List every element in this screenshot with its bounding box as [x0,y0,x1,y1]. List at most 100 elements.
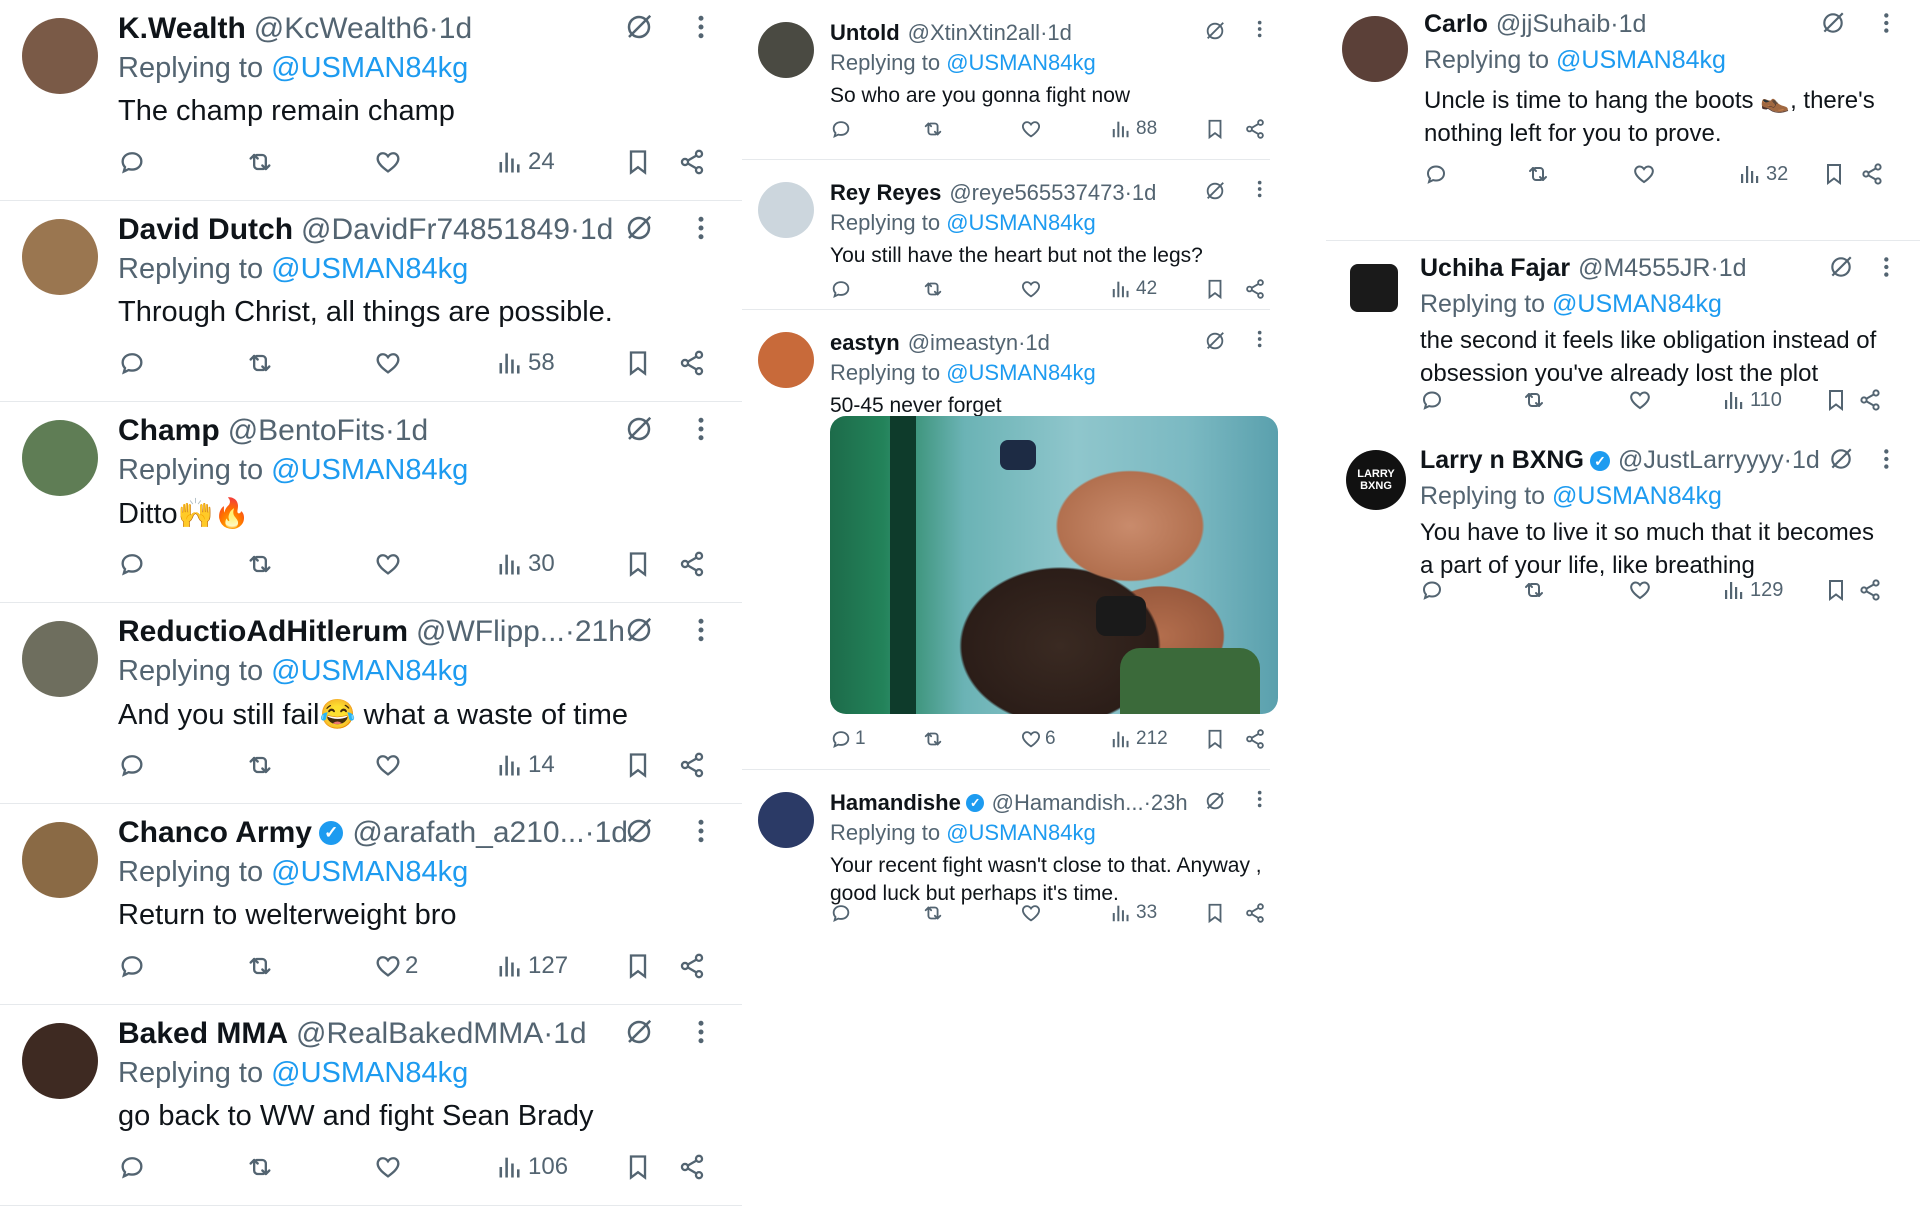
reply-button[interactable] [118,349,149,377]
avatar[interactable]: LARRY BXNG [1346,450,1406,510]
more-icon[interactable] [1256,328,1263,356]
grok-icon[interactable] [624,213,654,248]
share-button[interactable] [678,1153,706,1181]
like-button[interactable] [374,349,405,377]
replying-to-mention[interactable]: @USMAN84kg [271,253,468,285]
display-name[interactable]: Chanco Army [118,816,312,850]
display-name[interactable]: Champ [118,414,220,448]
grok-icon[interactable] [1204,330,1226,357]
user-handle[interactable]: @BentoFits [228,414,385,448]
display-name[interactable]: eastyn [830,330,900,356]
like-button[interactable] [1628,388,1655,412]
timestamp[interactable]: 1d [595,816,628,850]
display-name[interactable]: Larry n BXNG [1420,446,1584,475]
reply-button[interactable]: 1 [830,728,866,750]
like-button[interactable] [1020,902,1045,924]
user-handle[interactable]: @DavidFr74851849 [301,213,570,247]
reply-button[interactable] [1420,388,1447,412]
bookmark-button[interactable] [1204,118,1226,140]
like-button[interactable] [1628,578,1655,602]
share-button[interactable] [1244,728,1266,750]
views-button[interactable]: 127 [496,952,568,980]
timestamp[interactable]: 1d [1619,10,1647,39]
share-button[interactable] [678,751,706,779]
like-button[interactable] [374,148,405,176]
share-button[interactable] [678,349,706,377]
views-button[interactable]: 88 [1110,118,1157,140]
grok-icon[interactable] [624,414,654,449]
bookmark-button[interactable] [1822,162,1846,186]
grok-icon[interactable] [1828,446,1854,477]
grok-icon[interactable] [1204,20,1226,47]
like-button[interactable] [1020,118,1045,140]
views-button[interactable]: 106 [496,1153,568,1181]
more-icon[interactable] [696,816,706,854]
user-handle[interactable]: @KcWealth6 [254,12,429,46]
views-button[interactable]: 24 [496,148,555,176]
grok-icon[interactable] [1828,254,1854,285]
bookmark-button[interactable] [624,1153,652,1181]
more-icon[interactable] [696,12,706,50]
reply-button[interactable] [830,118,855,140]
repost-button[interactable] [246,751,274,779]
repost-button[interactable] [1526,162,1550,186]
user-handle[interactable]: @RealBakedMMA [296,1017,543,1051]
avatar[interactable] [22,1023,98,1099]
avatar[interactable] [758,182,814,238]
replying-to-mention[interactable]: @USMAN84kg [271,52,468,84]
user-handle[interactable]: @JustLarryyyy [1618,446,1784,475]
timestamp[interactable]: 1d [1719,254,1747,283]
repost-button[interactable] [246,952,274,980]
bookmark-button[interactable] [624,550,652,578]
repost-button[interactable] [922,902,944,924]
repost-button[interactable] [922,728,944,750]
avatar[interactable] [22,822,98,898]
timestamp[interactable]: 1d [1792,446,1820,475]
timestamp[interactable]: 1d [1025,330,1049,356]
grok-icon[interactable] [1820,10,1846,41]
share-button[interactable] [678,952,706,980]
reply-tweet[interactable]: Uchiha Fajar @M4555JR · 1d Replying to @US… [1326,240,1920,430]
bookmark-button[interactable] [1204,278,1226,300]
timestamp[interactable]: 1d [553,1017,586,1051]
grok-icon[interactable] [624,615,654,650]
reply-button[interactable] [118,1153,149,1181]
like-button[interactable]: 6 [1020,728,1056,750]
share-button[interactable] [1244,118,1266,140]
replying-to-mention[interactable]: @USMAN84kg [271,454,468,486]
replying-to-mention[interactable]: @USMAN84kg [946,50,1096,75]
repost-button[interactable] [1522,578,1546,602]
bookmark-button[interactable] [624,148,652,176]
bookmark-button[interactable] [624,952,652,980]
more-icon[interactable] [1256,178,1263,206]
avatar[interactable] [22,621,98,697]
grok-icon[interactable] [624,816,654,851]
bookmark-button[interactable] [624,349,652,377]
display-name[interactable]: ReductioAdHitlerum [118,615,408,649]
display-name[interactable]: Carlo [1424,10,1488,39]
reply-tweet[interactable]: David Dutch @DavidFr74851849 · 1d Replying… [0,201,742,402]
fight-photo[interactable] [830,416,1278,714]
bookmark-button[interactable] [1204,728,1226,750]
grok-icon[interactable] [624,1017,654,1052]
timestamp[interactable]: 1d [1132,180,1156,206]
user-handle[interactable]: @arafath_a210... [352,816,584,850]
repost-button[interactable] [246,349,274,377]
replying-to-mention[interactable]: @USMAN84kg [271,1057,468,1089]
replying-to-mention[interactable]: @USMAN84kg [946,210,1096,235]
reply-button[interactable] [118,550,149,578]
display-name[interactable]: Untold [830,20,900,46]
views-button[interactable]: 58 [496,349,555,377]
more-icon[interactable] [1882,446,1891,477]
reply-button[interactable] [118,952,149,980]
timestamp[interactable]: 21h [575,615,625,649]
reply-tweet[interactable]: Baked MMA @RealBakedMMA · 1d Replying to @… [0,1005,742,1206]
repost-button[interactable] [922,118,944,140]
replying-to-mention[interactable]: @USMAN84kg [1552,290,1722,318]
views-button[interactable]: 30 [496,550,555,578]
bookmark-button[interactable] [624,751,652,779]
display-name[interactable]: Uchiha Fajar [1420,254,1570,283]
display-name[interactable]: David Dutch [118,213,293,247]
repost-button[interactable] [922,278,944,300]
share-button[interactable] [678,148,706,176]
